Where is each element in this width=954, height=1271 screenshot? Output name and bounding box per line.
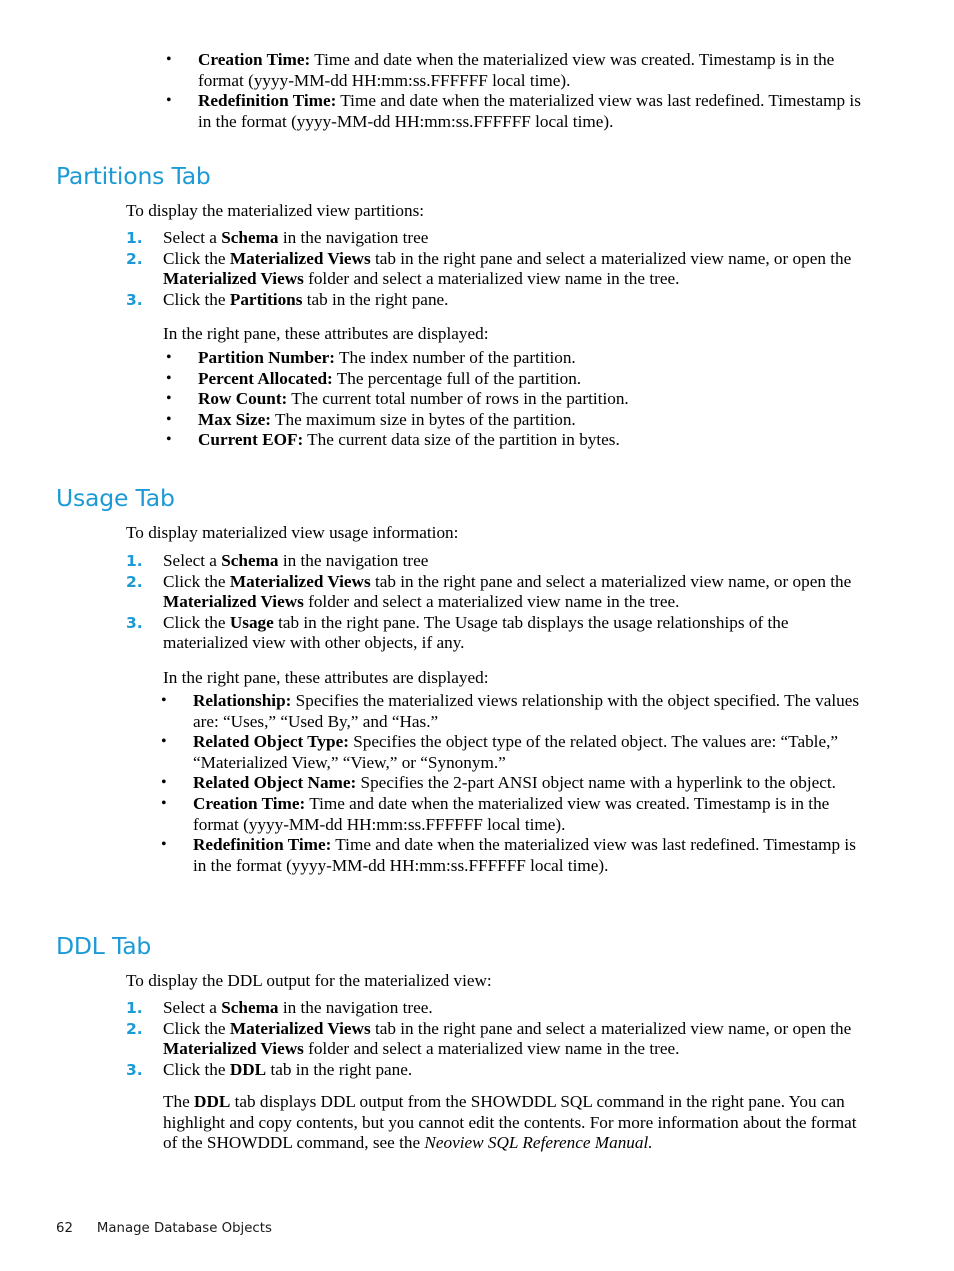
page-title-partitions-tab: Partitions Tab bbox=[56, 162, 211, 190]
step-text: Select a Schema in the navigation tree bbox=[163, 228, 429, 247]
partitions-attributes-intro: In the right pane, these attributes are … bbox=[163, 324, 489, 343]
ddl-steps-list: 1. Select a Schema in the navigation tre… bbox=[126, 998, 871, 1080]
term-label: Max Size: The maximum size in bytes of t… bbox=[198, 409, 576, 429]
usage-attributes-intro: In the right pane, these attributes are … bbox=[163, 668, 489, 687]
list-item: 2. Click the Materialized Views tab in t… bbox=[126, 572, 871, 613]
bullet-icon: • bbox=[166, 390, 172, 408]
step-marker: 2. bbox=[126, 572, 143, 591]
list-item: • Row Count: The current total number of… bbox=[161, 389, 871, 410]
term-label: Related Object Name: Specifies the 2-par… bbox=[193, 773, 836, 793]
step-text: Click the Usage tab in the right pane. T… bbox=[163, 612, 789, 653]
bullet-icon: • bbox=[161, 733, 167, 751]
list-item: • Creation Time: Time and date when the … bbox=[161, 50, 871, 91]
list-item: • Max Size: The maximum size in bytes of… bbox=[161, 410, 871, 431]
ddl-closing-paragraph: The DDL tab displays DDL output from the… bbox=[163, 1092, 857, 1153]
list-item: • Relationship: Specifies the materializ… bbox=[156, 691, 871, 732]
bullet-icon: • bbox=[161, 692, 167, 709]
list-item: 1. Select a Schema in the navigation tre… bbox=[126, 551, 871, 572]
footer-chapter-title: Manage Database Objects bbox=[96, 1221, 272, 1236]
page-title-ddl-tab: DDL Tab bbox=[56, 932, 152, 960]
bullet-icon: • bbox=[161, 774, 167, 792]
step-marker: 1. bbox=[126, 229, 143, 247]
partitions-steps-list: 1. Select a Schema in the navigation tre… bbox=[126, 228, 871, 310]
step-marker: 2. bbox=[126, 1019, 143, 1038]
step-text: Click the Materialized Views tab in the … bbox=[163, 571, 852, 612]
term-label: Redefinition Time: Time and date when th… bbox=[193, 835, 856, 875]
term-label: Percent Allocated: The percentage full o… bbox=[198, 368, 582, 388]
ddl-intro-text: To display the DDL output for the materi… bbox=[126, 971, 492, 990]
top-attribute-list: • Creation Time: Time and date when the … bbox=[161, 50, 871, 132]
step-marker: 3. bbox=[126, 290, 143, 309]
bullet-icon: • bbox=[166, 92, 172, 110]
list-item: • Percent Allocated: The percentage full… bbox=[161, 369, 871, 390]
list-item: • Related Object Name: Specifies the 2-p… bbox=[156, 773, 871, 794]
step-marker: 2. bbox=[126, 249, 143, 268]
step-text: Click the Partitions tab in the right pa… bbox=[163, 289, 449, 309]
usage-attribute-list: • Relationship: Specifies the materializ… bbox=[156, 691, 871, 876]
list-item: 3. Click the Usage tab in the right pane… bbox=[126, 613, 871, 654]
document-page: • Creation Time: Time and date when the … bbox=[0, 0, 954, 1271]
term-label: Creation Time: Time and date when the ma… bbox=[193, 793, 830, 834]
bullet-icon: • bbox=[166, 410, 172, 428]
list-item: 3. Click the Partitions tab in the right… bbox=[126, 290, 871, 311]
term-label: Current EOF: The current data size of th… bbox=[198, 430, 620, 450]
bullet-icon: • bbox=[166, 349, 172, 366]
step-marker: 1. bbox=[126, 999, 143, 1017]
term-label: Related Object Type: Specifies the objec… bbox=[193, 732, 838, 772]
step-text: Select a Schema in the navigation tree. bbox=[163, 998, 433, 1017]
list-item: • Related Object Type: Specifies the obj… bbox=[156, 732, 871, 773]
bullet-icon: • bbox=[161, 794, 167, 812]
page-title-usage-tab: Usage Tab bbox=[56, 484, 175, 512]
term-label: Redefinition Time: Time and date when th… bbox=[198, 91, 861, 131]
usage-intro-text: To display materialized view usage infor… bbox=[126, 523, 459, 542]
bullet-icon: • bbox=[166, 431, 172, 449]
list-item: 2. Click the Materialized Views tab in t… bbox=[126, 249, 871, 290]
step-text: Click the DDL tab in the right pane. bbox=[163, 1059, 413, 1079]
step-text: Click the Materialized Views tab in the … bbox=[163, 1018, 852, 1059]
term-label: Relationship: Specifies the materialized… bbox=[193, 691, 860, 731]
list-item: • Current EOF: The current data size of … bbox=[161, 430, 871, 451]
list-item: • Partition Number: The index number of … bbox=[161, 348, 871, 369]
list-item: • Creation Time: Time and date when the … bbox=[156, 794, 871, 835]
partitions-intro-text: To display the materialized view partiti… bbox=[126, 201, 425, 220]
step-text: Select a Schema in the navigation tree bbox=[163, 551, 429, 570]
bullet-icon: • bbox=[166, 51, 172, 68]
list-item: 1. Select a Schema in the navigation tre… bbox=[126, 228, 871, 249]
step-text: Click the Materialized Views tab in the … bbox=[163, 248, 852, 289]
bullet-icon: • bbox=[161, 836, 167, 854]
list-item: 3. Click the DDL tab in the right pane. bbox=[126, 1060, 871, 1081]
page-footer: 62 Manage Database Objects bbox=[56, 1221, 272, 1236]
bullet-icon: • bbox=[166, 369, 172, 387]
step-marker: 1. bbox=[126, 552, 143, 570]
term-label: Creation Time: Time and date when the ma… bbox=[198, 50, 835, 90]
list-item: 2. Click the Materialized Views tab in t… bbox=[126, 1019, 871, 1060]
step-marker: 3. bbox=[126, 613, 143, 632]
list-item: • Redefinition Time: Time and date when … bbox=[161, 91, 871, 132]
list-item: • Redefinition Time: Time and date when … bbox=[156, 835, 871, 876]
list-item: 1. Select a Schema in the navigation tre… bbox=[126, 998, 871, 1019]
term-label: Row Count: The current total number of r… bbox=[198, 389, 629, 409]
footer-page-number: 62 bbox=[56, 1221, 73, 1236]
partitions-attribute-list: • Partition Number: The index number of … bbox=[161, 348, 871, 451]
term-label: Partition Number: The index number of th… bbox=[198, 348, 576, 367]
usage-steps-list: 1. Select a Schema in the navigation tre… bbox=[126, 551, 871, 654]
step-marker: 3. bbox=[126, 1060, 143, 1079]
